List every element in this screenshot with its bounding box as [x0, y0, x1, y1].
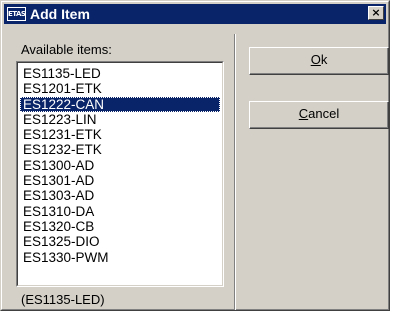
window-title: Add Item	[30, 6, 90, 22]
list-item[interactable]: ES1301-AD	[20, 173, 220, 188]
available-items-listbox[interactable]: ES1135-LED ES1201-ETK ES1222-CAN ES1223-LIN…	[16, 61, 224, 287]
add-item-dialog: ETAS Add Item × Available items: ES1135-…	[0, 0, 390, 311]
item-list[interactable]: ES1135-LED ES1201-ETK ES1222-CAN ES1223-LIN…	[20, 66, 220, 265]
etas-app-icon: ETAS	[7, 7, 26, 21]
list-item[interactable]: ES1300-AD	[20, 158, 220, 173]
title-bar[interactable]: ETAS Add Item ×	[4, 4, 386, 24]
cancel-button[interactable]: Cancel	[249, 101, 389, 129]
list-item[interactable]: ES1201-ETK	[20, 81, 220, 96]
list-item[interactable]: ES1303-AD	[20, 188, 220, 203]
current-selection-text: (ES1135-LED)	[21, 292, 105, 307]
ok-button[interactable]: Ok	[249, 47, 389, 75]
list-item[interactable]: ES1135-LED	[20, 66, 220, 81]
list-item[interactable]: ES1232-ETK	[20, 142, 220, 157]
list-item[interactable]: ES1223-LIN	[20, 112, 220, 127]
vertical-separator	[234, 34, 236, 310]
list-item[interactable]: ES1330-PWM	[20, 250, 220, 265]
list-item[interactable]: ES1310-DA	[20, 204, 220, 219]
list-item[interactable]: ES1325-DIO	[20, 234, 220, 249]
list-item[interactable]: ES1320-CB	[20, 219, 220, 234]
list-item[interactable]: ES1231-ETK	[20, 127, 220, 142]
close-button[interactable]: ×	[368, 6, 384, 20]
available-items-label: Available items:	[21, 42, 112, 57]
list-item[interactable]: ES1222-CAN	[20, 96, 220, 112]
